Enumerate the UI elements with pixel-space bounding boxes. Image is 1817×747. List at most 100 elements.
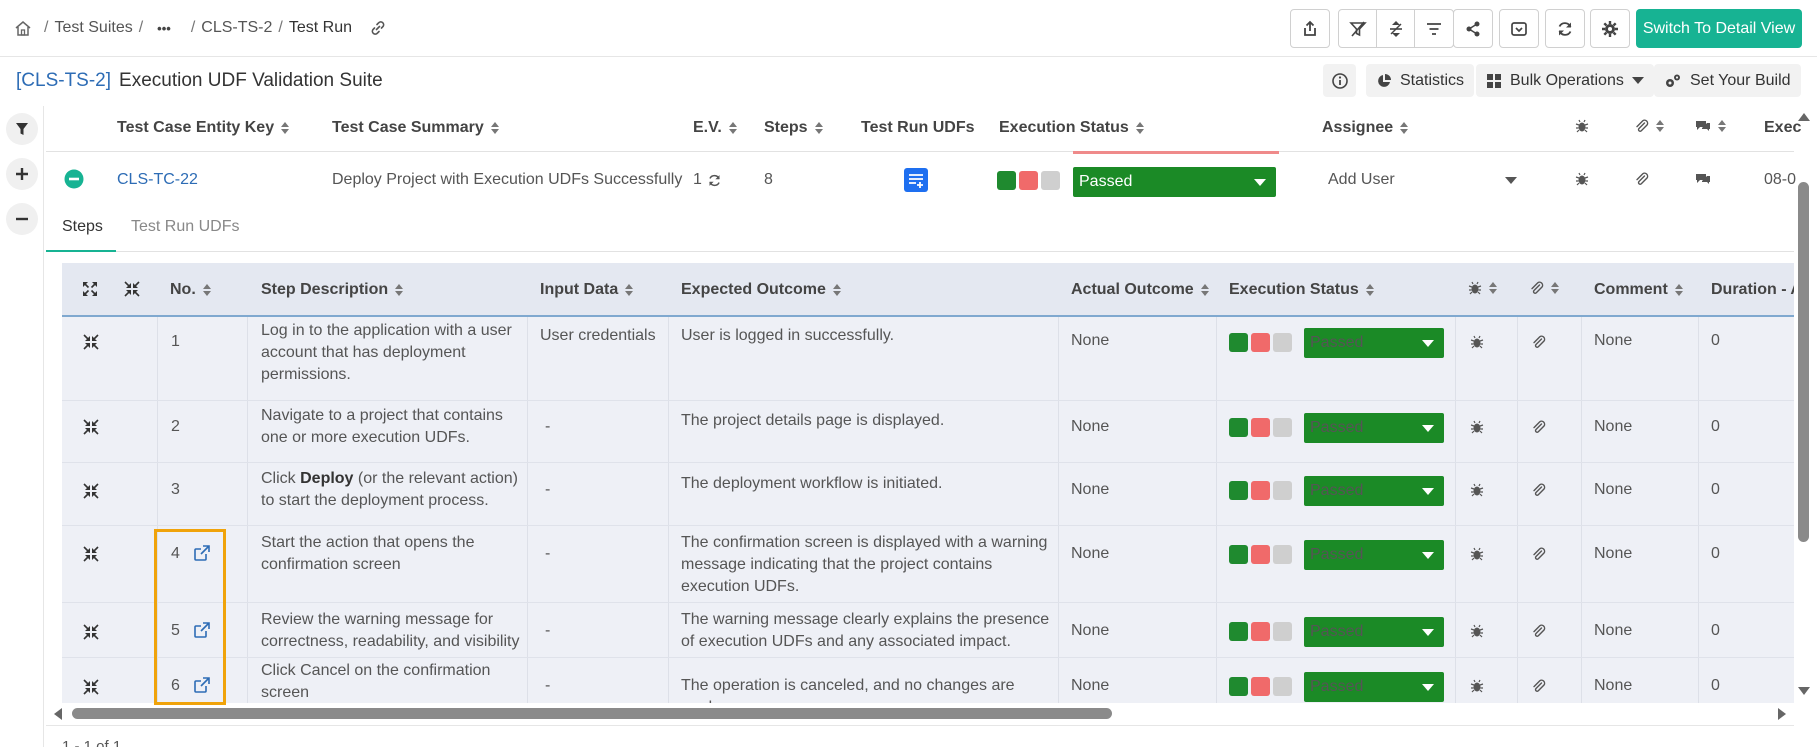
- col-assignee[interactable]: Assignee: [1322, 119, 1409, 137]
- bug-icon[interactable]: [1470, 483, 1484, 497]
- paperclip-icon[interactable]: [1532, 483, 1546, 497]
- filter-lines-button[interactable]: [1415, 10, 1453, 47]
- step-comment[interactable]: None: [1594, 479, 1632, 501]
- statistics-button[interactable]: Statistics: [1366, 64, 1475, 97]
- vertical-scroll-thumb[interactable]: [1798, 182, 1809, 542]
- step-actual-outcome[interactable]: None: [1071, 543, 1109, 565]
- step-comment[interactable]: None: [1594, 416, 1632, 438]
- step-actual-outcome[interactable]: None: [1071, 675, 1109, 697]
- quick-fail-button[interactable]: [1251, 545, 1270, 564]
- bug-icon[interactable]: [1470, 624, 1484, 638]
- link-icon[interactable]: [370, 20, 386, 36]
- tab-steps[interactable]: Steps: [62, 218, 103, 236]
- expand-all-button[interactable]: [6, 158, 38, 190]
- step-actual-outcome[interactable]: None: [1071, 330, 1109, 352]
- step-status-dropdown[interactable]: Passed: [1304, 328, 1444, 358]
- tab-test-run-udfs[interactable]: Test Run UDFs: [131, 218, 239, 236]
- col-step-no[interactable]: No.: [170, 281, 211, 299]
- suite-key[interactable]: [CLS-TS-2]: [16, 70, 111, 91]
- vertical-scrollbar[interactable]: [1794, 107, 1817, 707]
- filter-button[interactable]: [6, 113, 38, 145]
- paperclip-icon[interactable]: [1532, 335, 1546, 349]
- settings-button[interactable]: [1590, 9, 1630, 48]
- scroll-down-icon[interactable]: [1798, 687, 1810, 695]
- step-row[interactable]: 5 Review the warning message for correctn…: [62, 603, 1794, 658]
- compress-arrows-icon[interactable]: [83, 679, 99, 695]
- quick-fail-button[interactable]: [1251, 418, 1270, 437]
- col-step-defects[interactable]: [1468, 281, 1497, 295]
- step-row[interactable]: 1 Log in to the application with a user a…: [62, 317, 1794, 401]
- col-entity-key[interactable]: Test Case Entity Key: [117, 119, 290, 137]
- quick-pass-button[interactable]: [1229, 677, 1248, 696]
- export-button[interactable]: [1290, 9, 1330, 48]
- quick-not-run-button[interactable]: [1273, 545, 1292, 564]
- test-case-row[interactable]: CLS-TC-22 Deploy Project with Execution …: [46, 156, 1796, 204]
- quick-pass-button[interactable]: [997, 171, 1016, 190]
- quick-not-run-button[interactable]: [1273, 418, 1292, 437]
- col-input-data[interactable]: Input Data: [540, 281, 634, 299]
- scroll-left-icon[interactable]: [54, 708, 62, 720]
- archive-button[interactable]: [1499, 9, 1539, 48]
- step-comment[interactable]: None: [1594, 620, 1632, 642]
- bug-icon[interactable]: [1470, 679, 1484, 693]
- quick-not-run-button[interactable]: [1273, 333, 1292, 352]
- step-row[interactable]: 4 Start the action that opens the confirm…: [62, 526, 1794, 603]
- horizontal-scrollbar[interactable]: [46, 703, 1794, 723]
- col-comment[interactable]: Comment: [1594, 281, 1683, 299]
- bug-icon[interactable]: [1470, 420, 1484, 434]
- clear-filter-button[interactable]: [1339, 10, 1377, 47]
- collapse-row-button[interactable]: [64, 169, 84, 189]
- step-status-dropdown[interactable]: Passed: [1304, 413, 1444, 443]
- col-steps[interactable]: Steps: [764, 119, 823, 137]
- quick-fail-button[interactable]: [1251, 677, 1270, 696]
- compress-arrows-icon[interactable]: [83, 624, 99, 640]
- step-row[interactable]: 2 Navigate to a project that contains one…: [62, 401, 1794, 463]
- col-step-description[interactable]: Step Description: [261, 281, 404, 299]
- quick-not-run-button[interactable]: [1273, 622, 1292, 641]
- switch-to-detail-view-button[interactable]: Switch To Detail View: [1636, 9, 1802, 48]
- step-comment[interactable]: None: [1594, 330, 1632, 352]
- step-comment[interactable]: None: [1594, 675, 1632, 697]
- breadcrumb-ellipsis[interactable]: •••: [157, 21, 171, 36]
- col-comments[interactable]: [1695, 119, 1726, 133]
- bug-icon[interactable]: [1470, 547, 1484, 561]
- horizontal-scroll-thumb[interactable]: [72, 708, 1112, 719]
- attachments-button[interactable]: [1635, 172, 1649, 186]
- quick-not-run-button[interactable]: [1273, 677, 1292, 696]
- paperclip-icon[interactable]: [1532, 679, 1546, 693]
- collapse-all-button[interactable]: [6, 203, 38, 235]
- quick-fail-button[interactable]: [1251, 622, 1270, 641]
- info-button[interactable]: [1323, 64, 1356, 97]
- paperclip-icon[interactable]: [1532, 420, 1546, 434]
- paperclip-icon[interactable]: [1532, 624, 1546, 638]
- col-ev[interactable]: E.V.: [693, 119, 737, 137]
- quick-pass-button[interactable]: [1229, 622, 1248, 641]
- quick-pass-button[interactable]: [1229, 481, 1248, 500]
- step-row[interactable]: 6 Click Cancel on the confirmation screen…: [62, 658, 1794, 703]
- compress-arrows-icon[interactable]: [83, 334, 99, 350]
- col-step-attachments[interactable]: [1530, 281, 1559, 295]
- bulk-operations-button[interactable]: Bulk Operations: [1476, 64, 1654, 97]
- step-no-link[interactable]: 6: [171, 675, 180, 697]
- step-status-dropdown[interactable]: Passed: [1304, 540, 1444, 570]
- scroll-up-icon[interactable]: [1798, 113, 1810, 121]
- col-duration[interactable]: Duration - A: [1711, 281, 1794, 299]
- external-link-icon[interactable]: [193, 676, 211, 694]
- refresh-button[interactable]: [1545, 9, 1585, 48]
- step-status-dropdown[interactable]: Passed: [1304, 476, 1444, 506]
- home-icon[interactable]: [14, 20, 32, 36]
- step-actual-outcome[interactable]: None: [1071, 416, 1109, 438]
- quick-not-run-button[interactable]: [1041, 171, 1060, 190]
- execution-status-dropdown[interactable]: Passed: [1073, 167, 1276, 197]
- share-button[interactable]: [1453, 9, 1493, 48]
- expand-all-steps-button[interactable]: [82, 281, 98, 297]
- col-summary[interactable]: Test Case Summary: [332, 119, 499, 137]
- udf-editor-button[interactable]: [904, 168, 928, 192]
- quick-not-run-button[interactable]: [1273, 481, 1292, 500]
- quick-pass-button[interactable]: [1229, 545, 1248, 564]
- step-comment[interactable]: None: [1594, 543, 1632, 565]
- step-status-dropdown[interactable]: Passed: [1304, 672, 1444, 702]
- sync-icon[interactable]: [707, 173, 722, 188]
- quick-fail-button[interactable]: [1251, 333, 1270, 352]
- external-link-icon[interactable]: [193, 544, 211, 562]
